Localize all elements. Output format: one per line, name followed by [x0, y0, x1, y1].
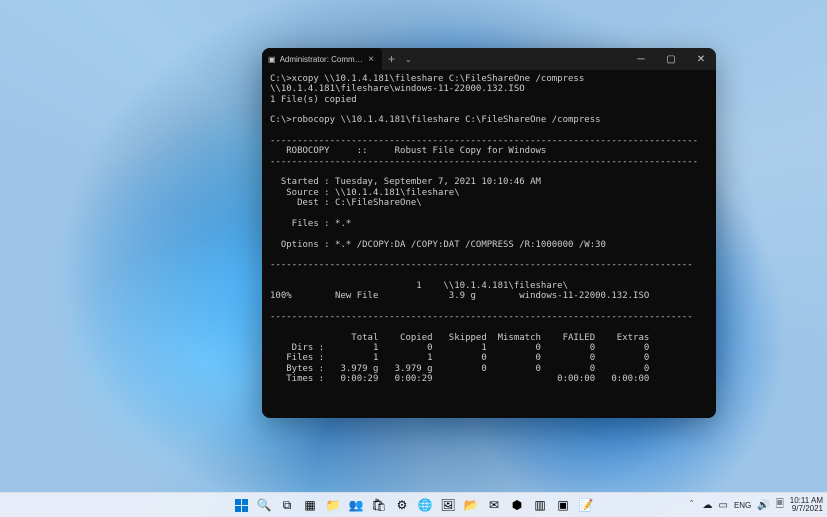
taskbar-taskview-icon[interactable]: ⧉ [277, 495, 298, 516]
tray-chevron-icon[interactable]: ＾ [686, 498, 696, 513]
taskbar-app1-icon[interactable]: ▥ [530, 495, 551, 516]
taskbar-store-icon[interactable]: 🛍 [369, 495, 390, 516]
taskbar-explorer-icon[interactable]: 📁 [323, 495, 344, 516]
minimize-button[interactable]: ─ [626, 48, 656, 70]
taskbar-files2-icon[interactable]: 📂 [461, 495, 482, 516]
tab-dropdown-icon[interactable]: ⌄ [401, 55, 416, 64]
taskbar-office-icon[interactable]: ⬢ [507, 495, 528, 516]
network-icon[interactable]: ▭ [718, 500, 727, 511]
clock-date: 9/7/2021 [790, 505, 823, 513]
language-indicator[interactable]: ENG [734, 501, 751, 510]
taskbar-terminal-icon[interactable]: ▣ [553, 495, 574, 516]
taskbar-mail-icon[interactable]: ✉ [484, 495, 505, 516]
terminal-output[interactable]: C:\>xcopy \\10.1.4.181\fileshare C:\File… [262, 70, 716, 418]
terminal-window: ▣ Administrator: Command Prom × + ⌄ ─ ▢ … [262, 48, 716, 418]
tab-active[interactable]: ▣ Administrator: Command Prom × [262, 48, 382, 70]
taskbar: 🔍⧉▦📁👥🛍⚙🌐🖼📂✉⬢▥▣📝 ＾ ☁ ▭ ENG 🔊 🗏 10:11 AM 9… [0, 492, 827, 517]
taskbar-start-icon[interactable] [231, 495, 252, 516]
taskbar-center: 🔍⧉▦📁👥🛍⚙🌐🖼📂✉⬢▥▣📝 [231, 495, 597, 516]
taskbar-widgets-icon[interactable]: ▦ [300, 495, 321, 516]
taskbar-photos-icon[interactable]: 🖼 [438, 495, 459, 516]
volume-icon[interactable]: 🔊 [757, 500, 769, 511]
taskbar-search-icon[interactable]: 🔍 [254, 495, 275, 516]
system-tray: ＾ ☁ ▭ ENG 🔊 🗏 10:11 AM 9/7/2021 [686, 497, 823, 514]
close-button[interactable]: ✕ [686, 48, 716, 70]
new-tab-button[interactable]: + [382, 52, 401, 66]
cmd-icon: ▣ [268, 55, 276, 64]
battery-icon[interactable]: 🗏 [776, 497, 784, 514]
taskbar-notes-icon[interactable]: 📝 [576, 495, 597, 516]
taskbar-settings-icon[interactable]: ⚙ [392, 495, 413, 516]
tab-title: Administrator: Command Prom [280, 55, 365, 64]
taskbar-teams-icon[interactable]: 👥 [346, 495, 367, 516]
taskbar-edge-icon[interactable]: 🌐 [415, 495, 436, 516]
taskbar-clock[interactable]: 10:11 AM 9/7/2021 [790, 497, 823, 514]
maximize-button[interactable]: ▢ [656, 48, 686, 70]
onedrive-icon[interactable]: ☁ [702, 500, 712, 511]
close-tab-icon[interactable]: × [368, 54, 374, 65]
titlebar[interactable]: ▣ Administrator: Command Prom × + ⌄ ─ ▢ … [262, 48, 716, 70]
